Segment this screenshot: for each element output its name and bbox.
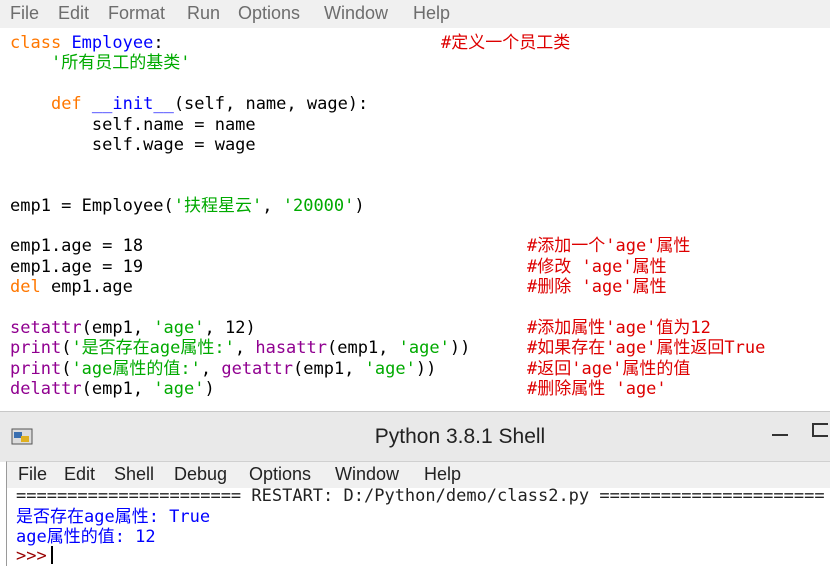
shell-title: Python 3.8.1 Shell: [374, 425, 546, 448]
minimize-button[interactable]: [772, 434, 788, 436]
comment: #删除 'age'属性: [527, 277, 667, 297]
shell-menu-help[interactable]: Help: [424, 464, 461, 485]
code-line-15: setattr(emp1, 'age', 12): [10, 318, 256, 338]
string: 'age': [398, 338, 450, 358]
text-cursor: [50, 546, 53, 564]
code-text: emp1.age = 18: [10, 236, 144, 256]
code-line-12: emp1.age = 19: [10, 257, 143, 277]
comment: #如果存在'age'属性返回True: [527, 338, 766, 358]
code-text: (: [61, 338, 72, 358]
shell-menu-debug[interactable]: Debug: [174, 464, 227, 485]
comment: #添加属性'age'值为12: [527, 318, 711, 338]
menu-edit[interactable]: Edit: [58, 3, 89, 24]
docstring: '所有员工的基类': [50, 53, 191, 73]
string: 'age': [364, 359, 416, 379]
string: 'age': [153, 318, 205, 338]
string: '20000': [282, 196, 355, 216]
shell-menu-edit[interactable]: Edit: [64, 464, 95, 485]
code-line-13: del emp1.age: [10, 277, 133, 297]
output-line: 是否存在age属性: True: [16, 507, 211, 527]
code-line-5: self.name = name: [10, 115, 256, 135]
shell-menu-file[interactable]: File: [18, 464, 47, 485]
code-line-11: emp1.age = 18: [10, 236, 143, 256]
code-text: self.name = name: [91, 115, 256, 135]
code-text: emp1.age: [40, 277, 133, 297]
code-line-6: self.wage = wage: [10, 135, 256, 155]
code-line-17: print('age属性的值:', getattr(emp1, 'age')): [10, 359, 436, 379]
menu-help[interactable]: Help: [413, 3, 450, 24]
code-text: )): [449, 338, 471, 358]
shell-titlebar[interactable]: Python 3.8.1 Shell: [0, 411, 830, 462]
code-line-1: class Employee:: [10, 33, 164, 53]
string: 'age': [153, 379, 205, 399]
shell-menu-shell[interactable]: Shell: [114, 464, 154, 485]
menu-format[interactable]: Format: [108, 3, 165, 24]
string: '扶程星云': [173, 196, 263, 216]
output-line: age属性的值: 12: [16, 527, 156, 547]
code-text: (emp1,: [81, 318, 154, 338]
code-text: ): [354, 196, 365, 216]
menu-options[interactable]: Options: [238, 3, 300, 24]
code-line-16: print('是否存在age属性:', hasattr(emp1, 'age')…: [10, 338, 470, 358]
comment: #删除属性 'age': [527, 379, 667, 399]
comment: #添加一个'age'属性: [527, 236, 691, 256]
builtin: delattr: [10, 379, 82, 399]
string: '是否存在age属性:': [71, 338, 235, 358]
code-text: (: [61, 359, 72, 379]
builtin: hasattr: [255, 338, 327, 358]
keyword: class: [10, 33, 62, 53]
menu-run[interactable]: Run: [187, 3, 220, 24]
menu-window[interactable]: Window: [324, 3, 388, 24]
prompt-line[interactable]: >>>: [16, 546, 53, 566]
code-line-4: def __init__(self, name, wage):: [10, 94, 368, 114]
comment: #修改 'age'属性: [527, 257, 667, 277]
code-text: :: [153, 33, 164, 53]
code-text: ,: [262, 196, 283, 216]
code-text: self.wage = wage: [91, 135, 256, 155]
code-text: (emp1,: [327, 338, 399, 358]
code-text: (emp1,: [293, 359, 365, 379]
menu-file[interactable]: File: [10, 3, 39, 24]
code-text: ,: [200, 359, 222, 379]
comment: #定义一个员工类: [441, 33, 571, 53]
shell-output[interactable]: ====================== RESTART: D:/Pytho…: [6, 486, 830, 566]
shell-menu-options[interactable]: Options: [249, 464, 311, 485]
builtin: getattr: [221, 359, 293, 379]
keyword: del: [10, 277, 41, 297]
code-text: ): [204, 379, 215, 399]
shell-menu-window[interactable]: Window: [335, 464, 399, 485]
builtin: setattr: [10, 318, 82, 338]
code-text: (emp1,: [81, 379, 154, 399]
shell-prompt: >>>: [16, 546, 47, 566]
keyword: def: [50, 94, 82, 114]
code-line-9: emp1 = Employee('扶程星云', '20000'): [10, 196, 365, 216]
shell-menubar: File Edit Shell Debug Options Window Hel…: [6, 461, 830, 489]
code-text: ,: [234, 338, 256, 358]
code-text: emp1.age = 19: [10, 257, 144, 277]
code-text: (self, name, wage):: [173, 94, 369, 114]
code-text: )): [415, 359, 437, 379]
maximize-button[interactable]: [812, 423, 828, 437]
class-name: Employee: [71, 33, 154, 53]
code-text: emp1 = Employee(: [10, 196, 174, 216]
function-name: __init__: [91, 94, 174, 114]
code-line-2: '所有员工的基类': [10, 53, 190, 73]
restart-line: ====================== RESTART: D:/Pytho…: [16, 486, 825, 506]
code-editor[interactable]: class Employee: #定义一个员工类 '所有员工的基类' def _…: [0, 28, 830, 410]
builtin: print: [10, 359, 62, 379]
comment: #返回'age'属性的值: [527, 359, 691, 379]
code-line-18: delattr(emp1, 'age'): [10, 379, 215, 399]
code-text: , 12): [204, 318, 256, 338]
string: 'age属性的值:': [71, 359, 201, 379]
editor-menubar: File Edit Format Run Options Window Help: [0, 0, 830, 28]
builtin: print: [10, 338, 62, 358]
